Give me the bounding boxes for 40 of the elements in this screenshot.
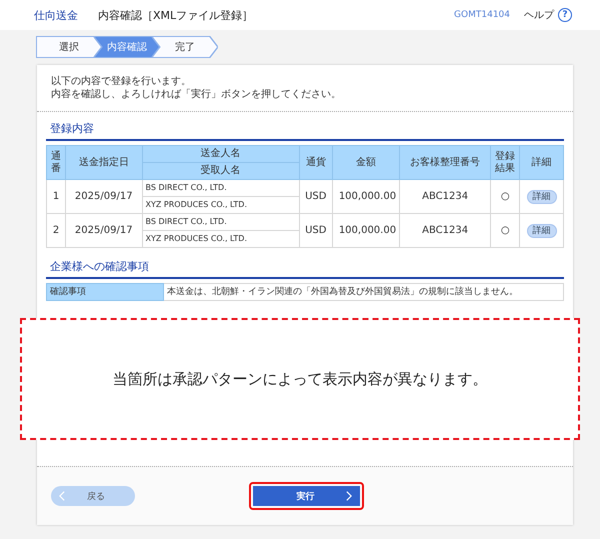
column-header: 詳細 xyxy=(520,146,564,180)
detail-button[interactable]: 詳細 xyxy=(526,190,557,204)
screen-id: GOMT14104 xyxy=(454,10,510,20)
table-cell: BS DIRECT CO., LTD. xyxy=(142,214,299,230)
page-title: 内容確認［XMLファイル登録］ xyxy=(98,8,254,22)
detail-button[interactable]: 詳細 xyxy=(526,224,557,238)
table-cell: BS DIRECT CO., LTD. xyxy=(142,180,299,196)
column-header: 金額 xyxy=(332,146,400,180)
table-cell: 2 xyxy=(46,214,66,248)
table-cell: 1 xyxy=(46,180,66,214)
table-cell: ABC1234 xyxy=(400,180,491,214)
help-link[interactable]: ヘルプ xyxy=(524,8,554,22)
column-header: お客様整理番号 xyxy=(400,146,491,180)
column-header: 登録結果 xyxy=(490,146,520,180)
table-cell: USD xyxy=(299,214,333,248)
help-icon[interactable]: ? xyxy=(558,8,572,22)
execute-button[interactable]: 実行 xyxy=(253,486,360,506)
table-cell: 2025/09/17 xyxy=(66,214,142,248)
chevron-left-icon xyxy=(59,491,65,501)
table-cell: 100,000.00 xyxy=(332,180,400,214)
column-header: 送金人名 xyxy=(142,146,299,162)
table-cell: ○ xyxy=(490,180,520,214)
instruction-text: 以下の内容で登録を行います。 xyxy=(51,75,192,88)
annotation-text: 当箇所は承認パターンによって表示内容が異なります。 xyxy=(112,370,488,388)
section-heading: 登録内容 xyxy=(46,118,564,141)
section-heading: 企業様への確認事項 xyxy=(46,256,564,279)
table-cell: 本送金は、北朝鮮・イラン関連の「外国為替及び外国貿易法」の規制に該当しません。 xyxy=(164,284,564,300)
table-cell: 100,000.00 xyxy=(332,214,400,248)
app-title: 仕向送金 xyxy=(34,8,78,22)
column-header: 通貨 xyxy=(299,146,333,180)
table-cell: ABC1234 xyxy=(400,214,491,248)
column-header: 受取人名 xyxy=(142,162,299,180)
row-label: 確認事項 xyxy=(46,284,164,300)
table-cell: USD xyxy=(299,180,333,214)
table-cell: ○ xyxy=(490,214,520,248)
column-header: 通番 xyxy=(46,146,66,180)
column-header: 送金指定日 xyxy=(66,146,142,180)
table-cell: 2025/09/17 xyxy=(66,180,142,214)
instruction-text: 内容を確認し、よろしければ「実行」ボタンを押してください。 xyxy=(51,88,342,101)
chevron-right-icon xyxy=(346,491,352,501)
